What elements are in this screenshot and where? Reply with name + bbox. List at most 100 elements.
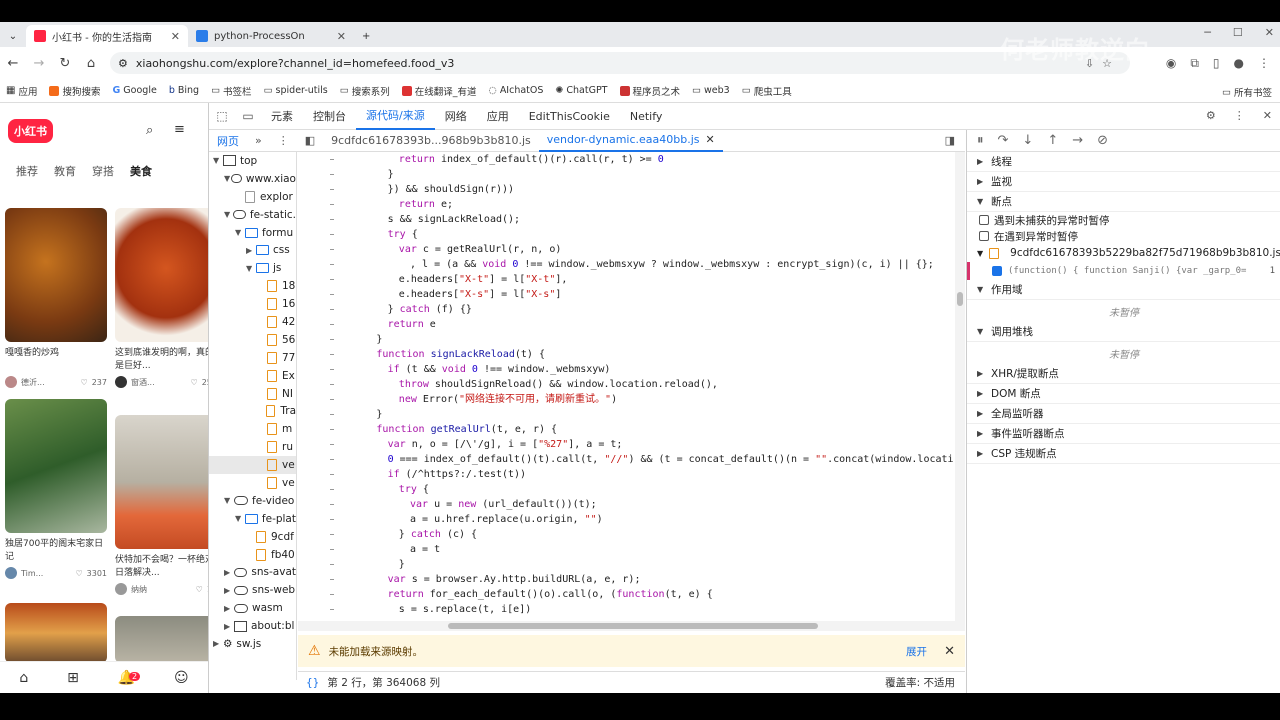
- gutter-marker[interactable]: [330, 354, 334, 355]
- gutter-marker[interactable]: [330, 324, 334, 325]
- code-line[interactable]: new Error("网络连接不可用，请刷新重试。"): [399, 392, 617, 407]
- scope-section[interactable]: ▼ 作用域: [967, 280, 1280, 300]
- settings-gear-icon[interactable]: ⚙: [1206, 109, 1216, 122]
- breakpoint-file[interactable]: ▼ 9cdfdc61678393b5229ba82f75d71968b9b3b81…: [967, 244, 1280, 262]
- code-line[interactable]: return e: [388, 317, 436, 332]
- tab-search-button[interactable]: ⌄: [0, 25, 26, 47]
- code-line[interactable]: }: [388, 167, 394, 182]
- toggle-navigator-icon[interactable]: ◧: [297, 130, 323, 152]
- expand-arrow-icon[interactable]: ▼: [224, 174, 231, 183]
- tree-node[interactable]: 9cdf: [209, 528, 296, 546]
- gutter-marker[interactable]: [330, 399, 334, 400]
- global-listeners-section[interactable]: ▶ 全局监听器: [967, 404, 1280, 424]
- expand-arrow-icon[interactable]: ▶: [224, 622, 234, 631]
- tree-node[interactable]: ▼ www.xiao: [209, 170, 296, 188]
- gutter-marker[interactable]: [330, 429, 334, 430]
- gutter-marker[interactable]: [330, 189, 334, 190]
- expand-arrow-icon[interactable]: ▶: [224, 586, 234, 595]
- tree-node[interactable]: explor: [209, 188, 296, 206]
- gutter-marker[interactable]: [330, 174, 334, 175]
- gutter-marker[interactable]: [330, 609, 334, 610]
- code-line[interactable]: var u = new (url_default())(t);: [410, 497, 597, 512]
- bookmark-chatgpt[interactable]: ✺ ChatGPT: [555, 85, 607, 96]
- new-tab-button[interactable]: +: [354, 25, 378, 47]
- gutter-marker[interactable]: [330, 519, 334, 520]
- tree-node[interactable]: Tra: [209, 402, 296, 420]
- bookmark-folder-shuqian[interactable]: ▭ 书签栏: [211, 84, 252, 98]
- checkbox-checked[interactable]: [992, 266, 1002, 276]
- devtools-tab-network[interactable]: 网络: [435, 103, 477, 130]
- editor-vertical-scrollbar[interactable]: [955, 152, 965, 621]
- close-icon[interactable]: ✕: [337, 30, 346, 43]
- code-line[interactable]: throw shouldSignReload() && window.locat…: [399, 377, 718, 392]
- feed-card[interactable]: 这到底谁发明的啊，真的是巨好... 窗酒...♡250: [115, 208, 208, 388]
- code-line[interactable]: try {: [399, 482, 429, 497]
- code-line[interactable]: , l = (a && void 0 !== window._webmsxyw …: [410, 257, 934, 272]
- step-out-icon[interactable]: ↑: [1047, 133, 1058, 148]
- code-editor[interactable]: return index_of_default()(r).call(r, t) …: [298, 152, 965, 621]
- dom-breakpoints-section[interactable]: ▶ DOM 断点: [967, 384, 1280, 404]
- category-tab-recommend[interactable]: 推荐: [16, 163, 38, 179]
- tree-node[interactable]: ▶ css: [209, 241, 296, 259]
- gutter-marker[interactable]: [330, 564, 334, 565]
- close-icon[interactable]: ✕: [171, 30, 180, 43]
- tree-node[interactable]: ▶ ⚙ sw.js: [209, 635, 296, 653]
- gutter-marker[interactable]: [330, 504, 334, 505]
- menu-icon[interactable]: ⋮: [1258, 56, 1270, 71]
- code-line[interactable]: 0 === index_of_default()(t).call(t, "//"…: [388, 452, 954, 467]
- tree-node[interactable]: ▼ fe-plat: [209, 510, 296, 528]
- gutter-marker[interactable]: [330, 579, 334, 580]
- url-field[interactable]: ⚙ xiaohongshu.com/explore?channel_id=hom…: [110, 52, 1130, 74]
- tree-node[interactable]: ▶ about:bl: [209, 617, 296, 635]
- gutter-marker[interactable]: [330, 204, 334, 205]
- expand-arrow-icon[interactable]: ▶: [246, 246, 256, 255]
- code-line[interactable]: e.headers["X-s"] = l["X-s"]: [399, 287, 562, 302]
- step-over-icon[interactable]: ↷: [998, 133, 1009, 148]
- tree-node[interactable]: NI: [209, 385, 296, 403]
- tree-node[interactable]: ▼ top: [209, 152, 296, 170]
- code-line[interactable]: function getRealUrl(t, e, r) {: [376, 422, 557, 437]
- tree-node[interactable]: ▶ sns-web: [209, 581, 296, 599]
- checkbox[interactable]: [979, 231, 989, 241]
- feed-card[interactable]: 独居700平的阁末宅家日记 Tim... ♡ 3301: [5, 399, 107, 579]
- gutter-marker[interactable]: [330, 294, 334, 295]
- gutter-marker[interactable]: [330, 594, 334, 595]
- tree-node[interactable]: 56: [209, 331, 296, 349]
- tree-node[interactable]: ▼ formu: [209, 224, 296, 242]
- bookmark-apps[interactable]: ▦ 应用: [6, 84, 37, 98]
- heart-icon[interactable]: ♡: [196, 585, 203, 594]
- code-line[interactable]: s && signLackReload();: [388, 212, 520, 227]
- reload-icon[interactable]: ↻: [52, 56, 78, 71]
- devtools-tab-console[interactable]: 控制台: [303, 103, 356, 130]
- code-line[interactable]: var s = browser.Ay.http.buildURL(a, e, r…: [388, 572, 641, 587]
- feed-card[interactable]: [115, 616, 208, 663]
- expand-arrow-icon[interactable]: ▼: [224, 496, 234, 505]
- tree-node[interactable]: 77: [209, 349, 296, 367]
- gutter-marker[interactable]: [330, 489, 334, 490]
- heart-icon[interactable]: ♡: [81, 378, 88, 387]
- gutter-marker[interactable]: [330, 384, 334, 385]
- category-tab-fashion[interactable]: 穿搭: [92, 163, 114, 179]
- file-tab[interactable]: 9cdfdc61678393b...968b9b3b810.js: [323, 130, 539, 152]
- breakpoint-entry[interactable]: (function() { function Sanji() {var _gar…: [967, 262, 1280, 280]
- code-line[interactable]: return for_each_default()(o).call(o, (fu…: [388, 587, 713, 602]
- devtools-tab-editthiscookie[interactable]: EditThisCookie: [519, 103, 620, 130]
- notification-icon[interactable]: 🔔 2: [118, 670, 141, 686]
- tree-node[interactable]: ve: [209, 456, 296, 475]
- browser-tab-processon[interactable]: python-ProcessOn ✕: [188, 25, 354, 47]
- code-line[interactable]: }: [376, 332, 382, 347]
- bookmark-folder-spider-utils[interactable]: ▭ spider-utils: [264, 85, 328, 96]
- site-info-icon[interactable]: ⚙: [118, 57, 128, 70]
- tree-node[interactable]: 18: [209, 277, 296, 295]
- gutter-marker[interactable]: [330, 474, 334, 475]
- pretty-print-icon[interactable]: {}: [306, 677, 319, 689]
- profile-nav-icon[interactable]: ☺: [174, 670, 189, 686]
- checkbox[interactable]: [979, 215, 989, 225]
- more-options-icon[interactable]: ⋮: [1234, 109, 1245, 122]
- devtools-tab-elements[interactable]: 元素: [261, 103, 303, 130]
- breakpoints-section[interactable]: ▼ 断点: [967, 192, 1280, 212]
- tree-node[interactable]: 42: [209, 313, 296, 331]
- tree-node[interactable]: m: [209, 420, 296, 438]
- csp-breakpoints-section[interactable]: ▶ CSP 违规断点: [967, 444, 1280, 464]
- device-toolbar-icon[interactable]: ▭: [235, 109, 261, 123]
